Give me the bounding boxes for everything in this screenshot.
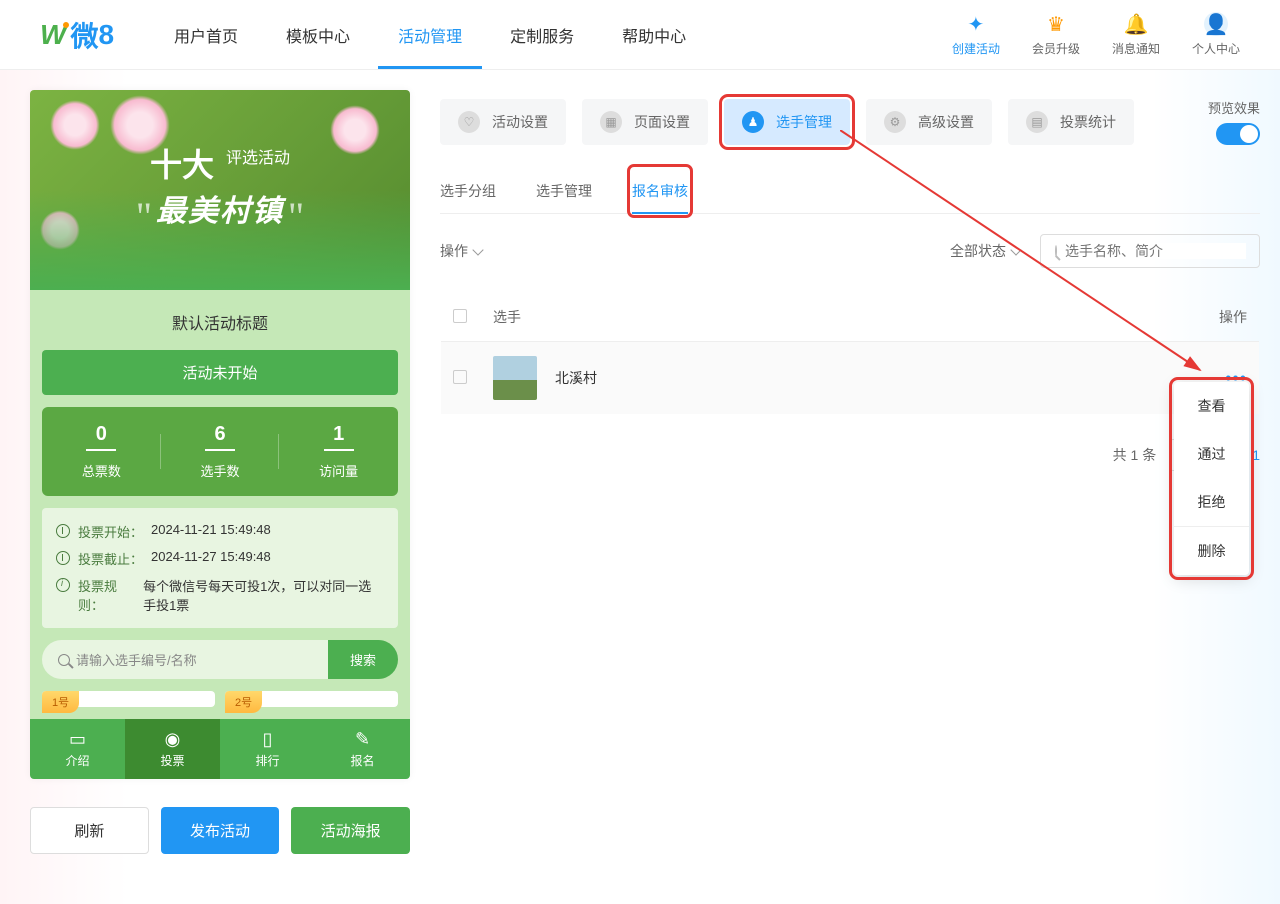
preview-sidebar: 十大 评选活动 " 最美村镇 " 默认活动标题 活动未开始 0 总票数 — [30, 90, 410, 864]
nav-help[interactable]: 帮助中心 — [622, 1, 686, 69]
edit-icon: ✎ — [315, 729, 410, 750]
sparkle-icon: ✦ — [964, 12, 988, 36]
candidate-thumbnail — [493, 356, 537, 400]
vote-icon: ◉ — [125, 729, 220, 750]
tab-vote-stats[interactable]: ▤ 投票统计 — [1008, 99, 1134, 145]
user-icon: ♟ — [742, 111, 764, 133]
candidate-card[interactable]: 1号 — [42, 691, 215, 707]
status-dropdown[interactable]: 全部状态 — [950, 241, 1020, 261]
table-search-input[interactable] — [1065, 243, 1246, 259]
nav-custom-service[interactable]: 定制服务 — [510, 1, 574, 69]
menu-view[interactable]: 查看 — [1174, 382, 1249, 430]
pagination: 共 1 条 上一页 1 — [440, 439, 1260, 471]
subtab-manage[interactable]: 选手管理 — [536, 169, 592, 213]
heart-icon: ♡ — [458, 111, 480, 133]
nav-vote[interactable]: ◉ 投票 — [125, 719, 220, 779]
select-all-checkbox[interactable] — [453, 309, 467, 323]
clock-icon — [56, 524, 70, 538]
action-dropdown[interactable]: 操作 — [440, 241, 482, 261]
tab-activity-settings[interactable]: ♡ 活动设置 — [440, 99, 566, 145]
filter-bar: 操作 全部状态 — [440, 234, 1260, 268]
settings-toolbar: ♡ 活动设置 ▦ 页面设置 ♟ 选手管理 ⚙ 高级设置 ▤ 投票统计 预览效果 — [440, 98, 1260, 145]
table-header: 选手 操作 — [441, 293, 1259, 342]
nav-activity-manage[interactable]: 活动管理 — [398, 1, 462, 69]
stats-icon: ▤ — [1026, 111, 1048, 133]
layout-icon: ▦ — [600, 111, 622, 133]
gear-icon: ⚙ — [884, 111, 906, 133]
subtab-audit[interactable]: 报名审核 — [632, 169, 688, 213]
activity-title: 默认活动标题 — [42, 302, 398, 350]
table-search[interactable] — [1040, 234, 1260, 268]
stats-panel: 0 总票数 6 选手数 1 访问量 — [42, 407, 398, 496]
nav-templates[interactable]: 模板中心 — [286, 1, 350, 69]
bell-icon: 🔔 — [1124, 12, 1148, 36]
main-content: ♡ 活动设置 ▦ 页面设置 ♟ 选手管理 ⚙ 高级设置 ▤ 投票统计 预览效果 — [440, 90, 1260, 864]
header-actions: ✦ 创建活动 ♛ 会员升级 🔔 消息通知 👤 个人中心 — [952, 12, 1240, 57]
candidate-search-button[interactable]: 搜索 — [328, 640, 398, 679]
doc-icon: ▭ — [30, 729, 125, 750]
publish-button[interactable]: 发布活动 — [161, 807, 280, 854]
stat-visits: 1 访问量 — [279, 423, 398, 480]
preview-toggle-group: 预览效果 — [1208, 98, 1260, 145]
chevron-down-icon — [472, 244, 483, 255]
user-icon: 👤 — [1204, 12, 1228, 36]
rules-panel: 投票开始： 2024-11-21 15:49:48 投票截止： 2024-11-… — [42, 508, 398, 628]
page-number[interactable]: 1 — [1252, 447, 1260, 463]
create-activity-button[interactable]: ✦ 创建活动 — [952, 12, 1000, 57]
refresh-button[interactable]: 刷新 — [30, 807, 149, 854]
candidate-search-input[interactable]: 请输入选手编号/名称 — [42, 640, 328, 679]
menu-delete[interactable]: 删除 — [1174, 527, 1249, 575]
main-nav: 用户首页 模板中心 活动管理 定制服务 帮助中心 — [174, 1, 952, 69]
search-icon — [1055, 245, 1057, 257]
crown-icon: ♛ — [1044, 12, 1068, 36]
search-icon — [58, 654, 70, 666]
clock-icon — [56, 551, 70, 565]
preview-toggle[interactable] — [1216, 123, 1260, 145]
chart-icon: ▯ — [220, 729, 315, 750]
table-row: 北溪村 ••• 查看 通过 拒绝 删除 — [441, 342, 1259, 414]
candidate-card[interactable]: 2号 — [225, 691, 398, 707]
chevron-down-icon — [1010, 244, 1021, 255]
preview-bottom-nav: ▭ 介绍 ◉ 投票 ▯ 排行 ✎ 报名 — [30, 719, 410, 779]
activity-status: 活动未开始 — [42, 350, 398, 395]
row-checkbox[interactable] — [453, 370, 467, 384]
profile-button[interactable]: 👤 个人中心 — [1192, 12, 1240, 57]
info-icon — [56, 578, 70, 592]
nav-rank[interactable]: ▯ 排行 — [220, 719, 315, 779]
stat-candidates: 6 选手数 — [161, 423, 280, 480]
nav-signup[interactable]: ✎ 报名 — [315, 719, 410, 779]
notifications-button[interactable]: 🔔 消息通知 — [1112, 12, 1160, 57]
nav-intro[interactable]: ▭ 介绍 — [30, 719, 125, 779]
row-action-menu: 查看 通过 拒绝 删除 — [1174, 382, 1249, 575]
menu-reject[interactable]: 拒绝 — [1174, 478, 1249, 526]
menu-approve[interactable]: 通过 — [1174, 430, 1249, 478]
candidates-table: 选手 操作 北溪村 ••• 查看 通过 拒绝 删除 — [440, 292, 1260, 415]
tab-advanced-settings[interactable]: ⚙ 高级设置 — [866, 99, 992, 145]
subtabs: 选手分组 选手管理 报名审核 — [440, 169, 1260, 214]
logo[interactable]: W 微 8 — [40, 15, 114, 55]
activity-banner: 十大 评选活动 " 最美村镇 " — [30, 90, 410, 290]
member-upgrade-button[interactable]: ♛ 会员升级 — [1032, 12, 1080, 57]
tab-candidate-manage[interactable]: ♟ 选手管理 — [724, 99, 850, 145]
tab-page-settings[interactable]: ▦ 页面设置 — [582, 99, 708, 145]
poster-button[interactable]: 活动海报 — [291, 807, 410, 854]
top-header: W 微 8 用户首页 模板中心 活动管理 定制服务 帮助中心 ✦ 创建活动 ♛ … — [0, 0, 1280, 70]
subtab-groups[interactable]: 选手分组 — [440, 169, 496, 213]
stat-votes: 0 总票数 — [42, 423, 161, 480]
nav-home[interactable]: 用户首页 — [174, 1, 238, 69]
